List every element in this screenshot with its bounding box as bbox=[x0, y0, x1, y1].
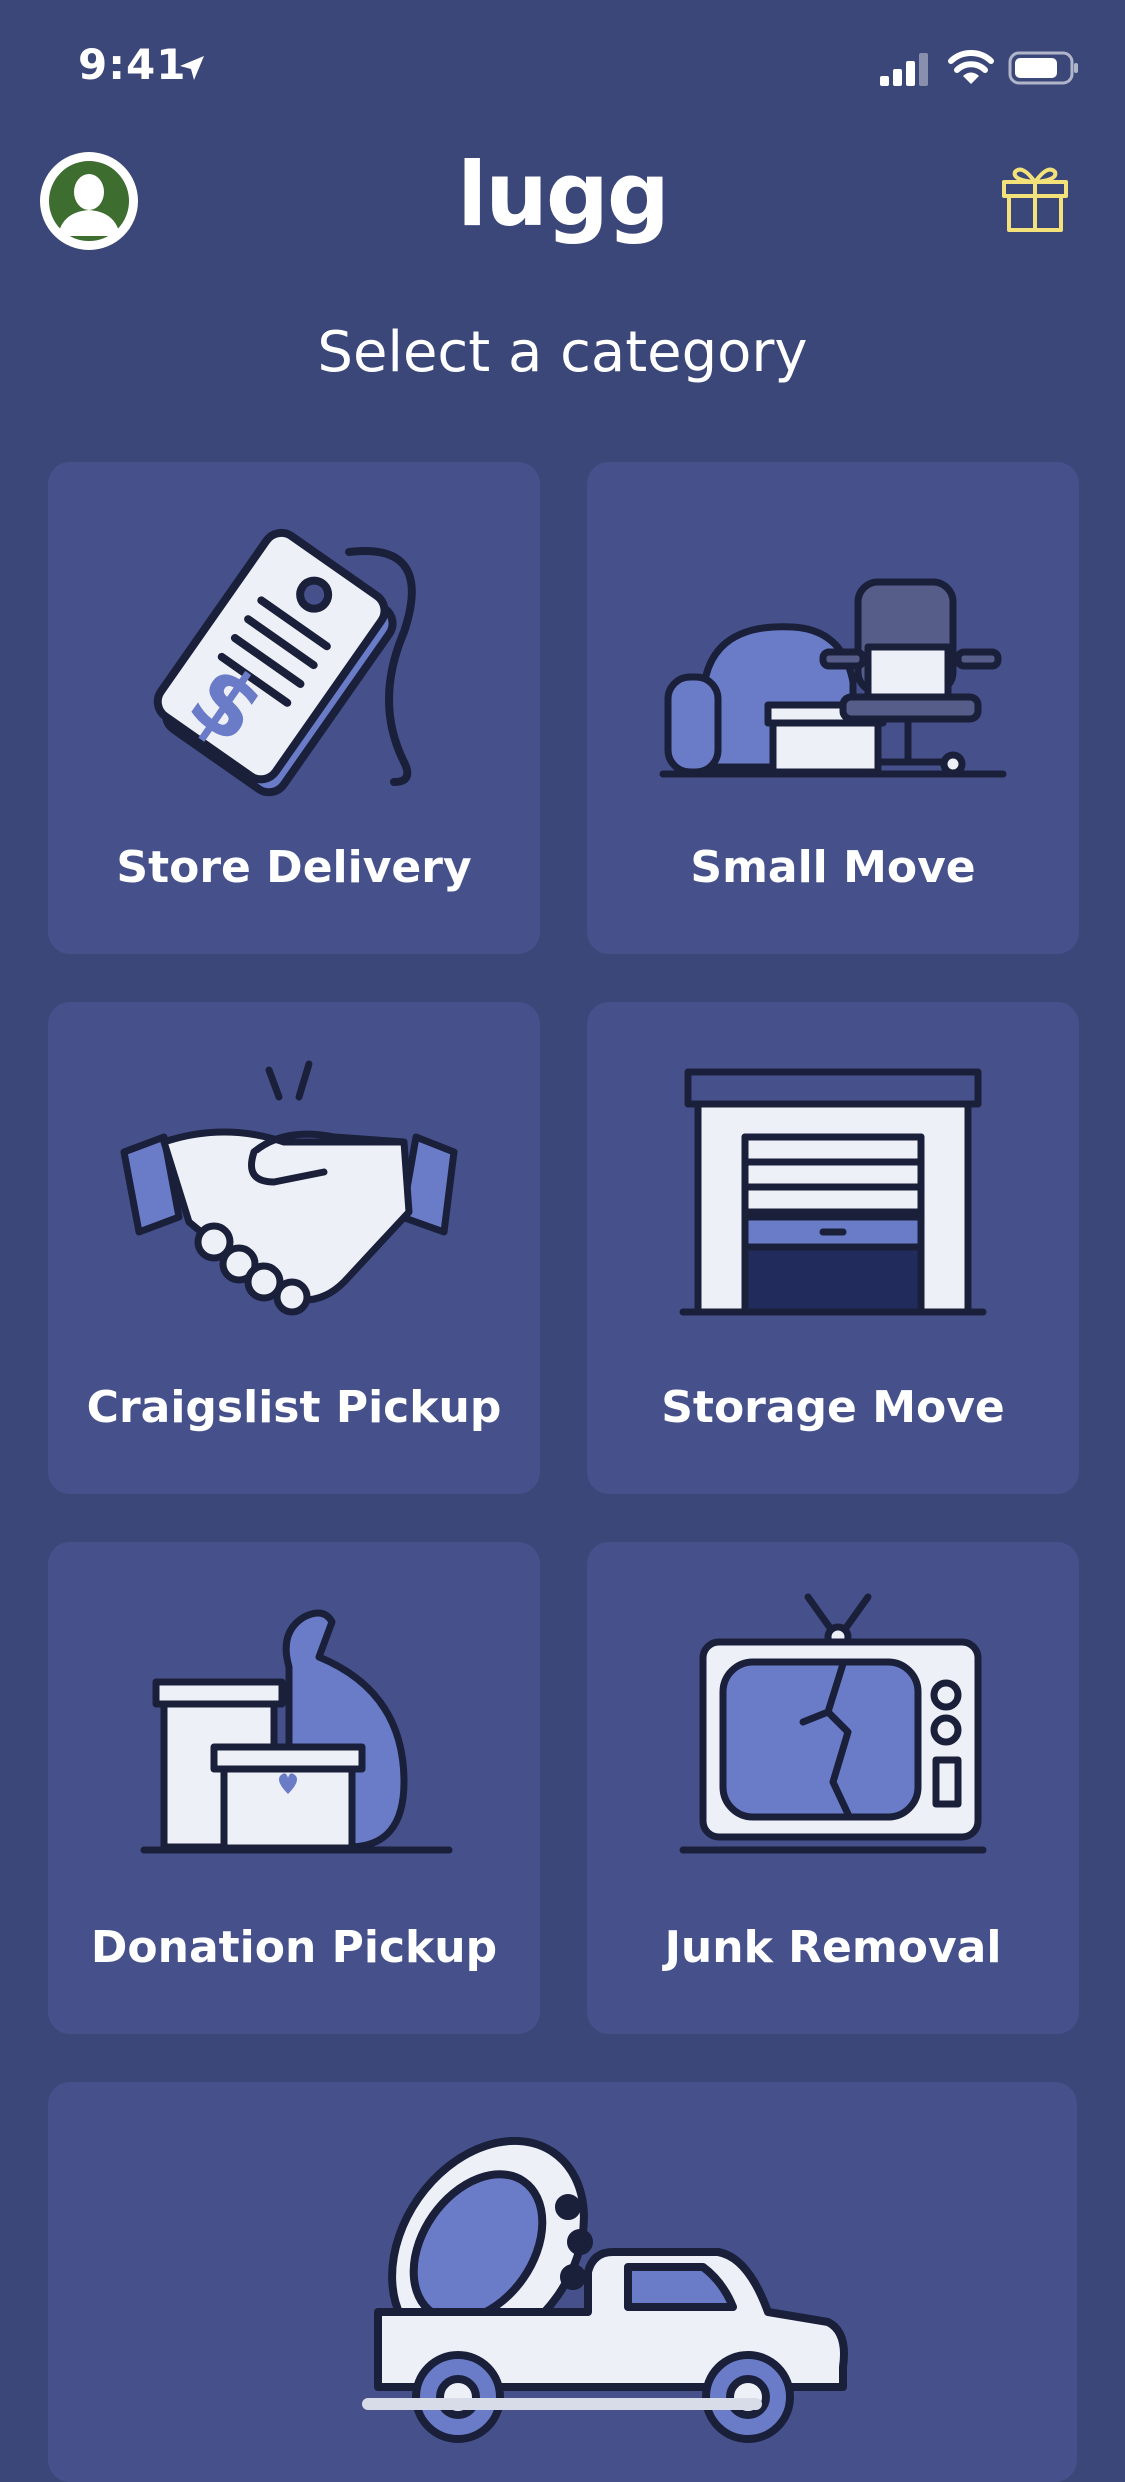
category-card[interactable] bbox=[48, 2082, 1077, 2482]
handshake-icon bbox=[120, 1060, 458, 1316]
broken-tv-icon bbox=[679, 1593, 987, 1854]
signal-icon bbox=[880, 53, 928, 86]
wifi-icon bbox=[948, 50, 994, 84]
location-arrow-icon bbox=[180, 56, 204, 80]
category-junk-removal[interactable]: Junk Removal bbox=[587, 1542, 1079, 2034]
gift-icon[interactable] bbox=[998, 160, 1072, 234]
storage-unit-icon bbox=[679, 1068, 987, 1316]
home-indicator[interactable] bbox=[362, 2398, 762, 2410]
category-label: Donation Pickup bbox=[90, 1922, 498, 1973]
app-logo: lugg bbox=[457, 143, 670, 246]
page-title: Select a category bbox=[317, 320, 808, 385]
category-label: Store Delivery bbox=[116, 842, 472, 893]
category-store-delivery[interactable]: $ Store Delivery bbox=[48, 462, 540, 954]
category-storage-move[interactable]: Storage Move bbox=[587, 1002, 1079, 1494]
status-time: 9:41 bbox=[78, 40, 187, 89]
donation-box-icon bbox=[140, 1609, 453, 1854]
battery-icon bbox=[1008, 51, 1078, 85]
category-label: Storage Move bbox=[661, 1382, 1005, 1433]
pickup-truck-icon bbox=[374, 2137, 848, 2443]
price-tag-icon: $ bbox=[153, 528, 416, 797]
category-donation-pickup[interactable]: Donation Pickup bbox=[48, 1542, 540, 2034]
category-craigslist-pickup[interactable]: Craigslist Pickup bbox=[48, 1002, 540, 1494]
furniture-icon bbox=[659, 578, 1007, 778]
category-small-move[interactable]: Small Move bbox=[587, 462, 1079, 954]
category-label: Small Move bbox=[690, 842, 976, 893]
status-bar: 9:41 bbox=[0, 0, 1125, 140]
category-label: Junk Removal bbox=[664, 1922, 1002, 1973]
category-label: Craigslist Pickup bbox=[86, 1382, 502, 1433]
